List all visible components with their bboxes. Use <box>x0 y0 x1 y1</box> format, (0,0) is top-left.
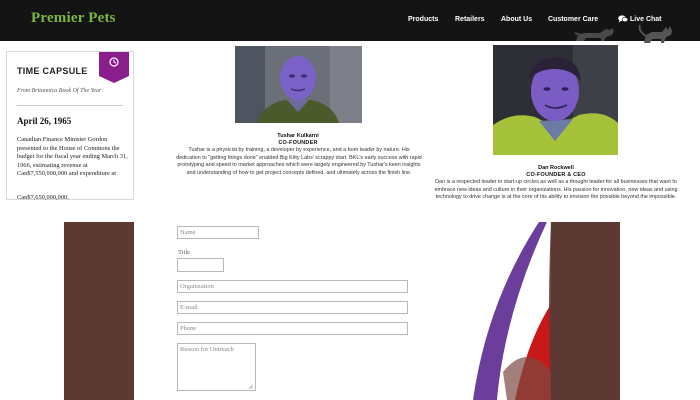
nav-live-chat[interactable]: Live Chat <box>630 16 662 23</box>
person-name: Dan Rockwell <box>538 165 574 171</box>
reason-textarea[interactable]: Reason for Outreach <box>177 343 256 391</box>
nav-customer-care[interactable]: Customer Care <box>548 16 598 23</box>
site-logo[interactable]: Premier Pets <box>31 10 116 27</box>
time-capsule-subtitle: From Britannica Book Of The Year <box>17 88 102 94</box>
time-capsule-date: April 26, 1965 <box>17 116 72 126</box>
decorative-panel <box>64 222 134 400</box>
clock-icon <box>109 57 119 67</box>
time-capsule-widget: TIME CAPSULE From Britannica Book Of The… <box>6 51 134 200</box>
chat-icon <box>618 15 628 23</box>
phone-input[interactable]: Phone <box>177 322 408 335</box>
person-bio: Dan is a respected leader in start-up ci… <box>434 179 678 201</box>
pets-silhouette-icon <box>574 24 672 43</box>
time-capsule-body-overflow: Can$7,650,000,000. <box>17 194 69 201</box>
title-input[interactable] <box>177 258 224 272</box>
nav-retailers[interactable]: Retailers <box>455 16 485 23</box>
nav-about-us[interactable]: About Us <box>501 16 532 23</box>
tushar-photo <box>235 46 362 123</box>
time-capsule-body: Canadian Finance Minister Gordon present… <box>17 136 128 178</box>
dan-photo <box>493 45 618 155</box>
nav-products[interactable]: Products <box>408 16 438 23</box>
decorative-graphic <box>473 222 620 400</box>
organization-input[interactable]: Organization <box>177 280 408 293</box>
person-role: CO-FOUNDER & CEO <box>526 172 586 178</box>
divider <box>17 105 123 106</box>
person-name: Tushar Kulkarni <box>277 133 319 139</box>
person-role: CO-FOUNDER <box>278 140 318 146</box>
email-input[interactable]: E-mail <box>177 301 408 314</box>
name-input[interactable]: Name <box>177 226 259 239</box>
title-label: Title <box>178 249 191 256</box>
resize-handle-icon[interactable] <box>248 384 253 389</box>
time-capsule-title: TIME CAPSULE <box>17 66 88 76</box>
person-bio: Tushar is a physicist by training, a dev… <box>176 147 422 176</box>
